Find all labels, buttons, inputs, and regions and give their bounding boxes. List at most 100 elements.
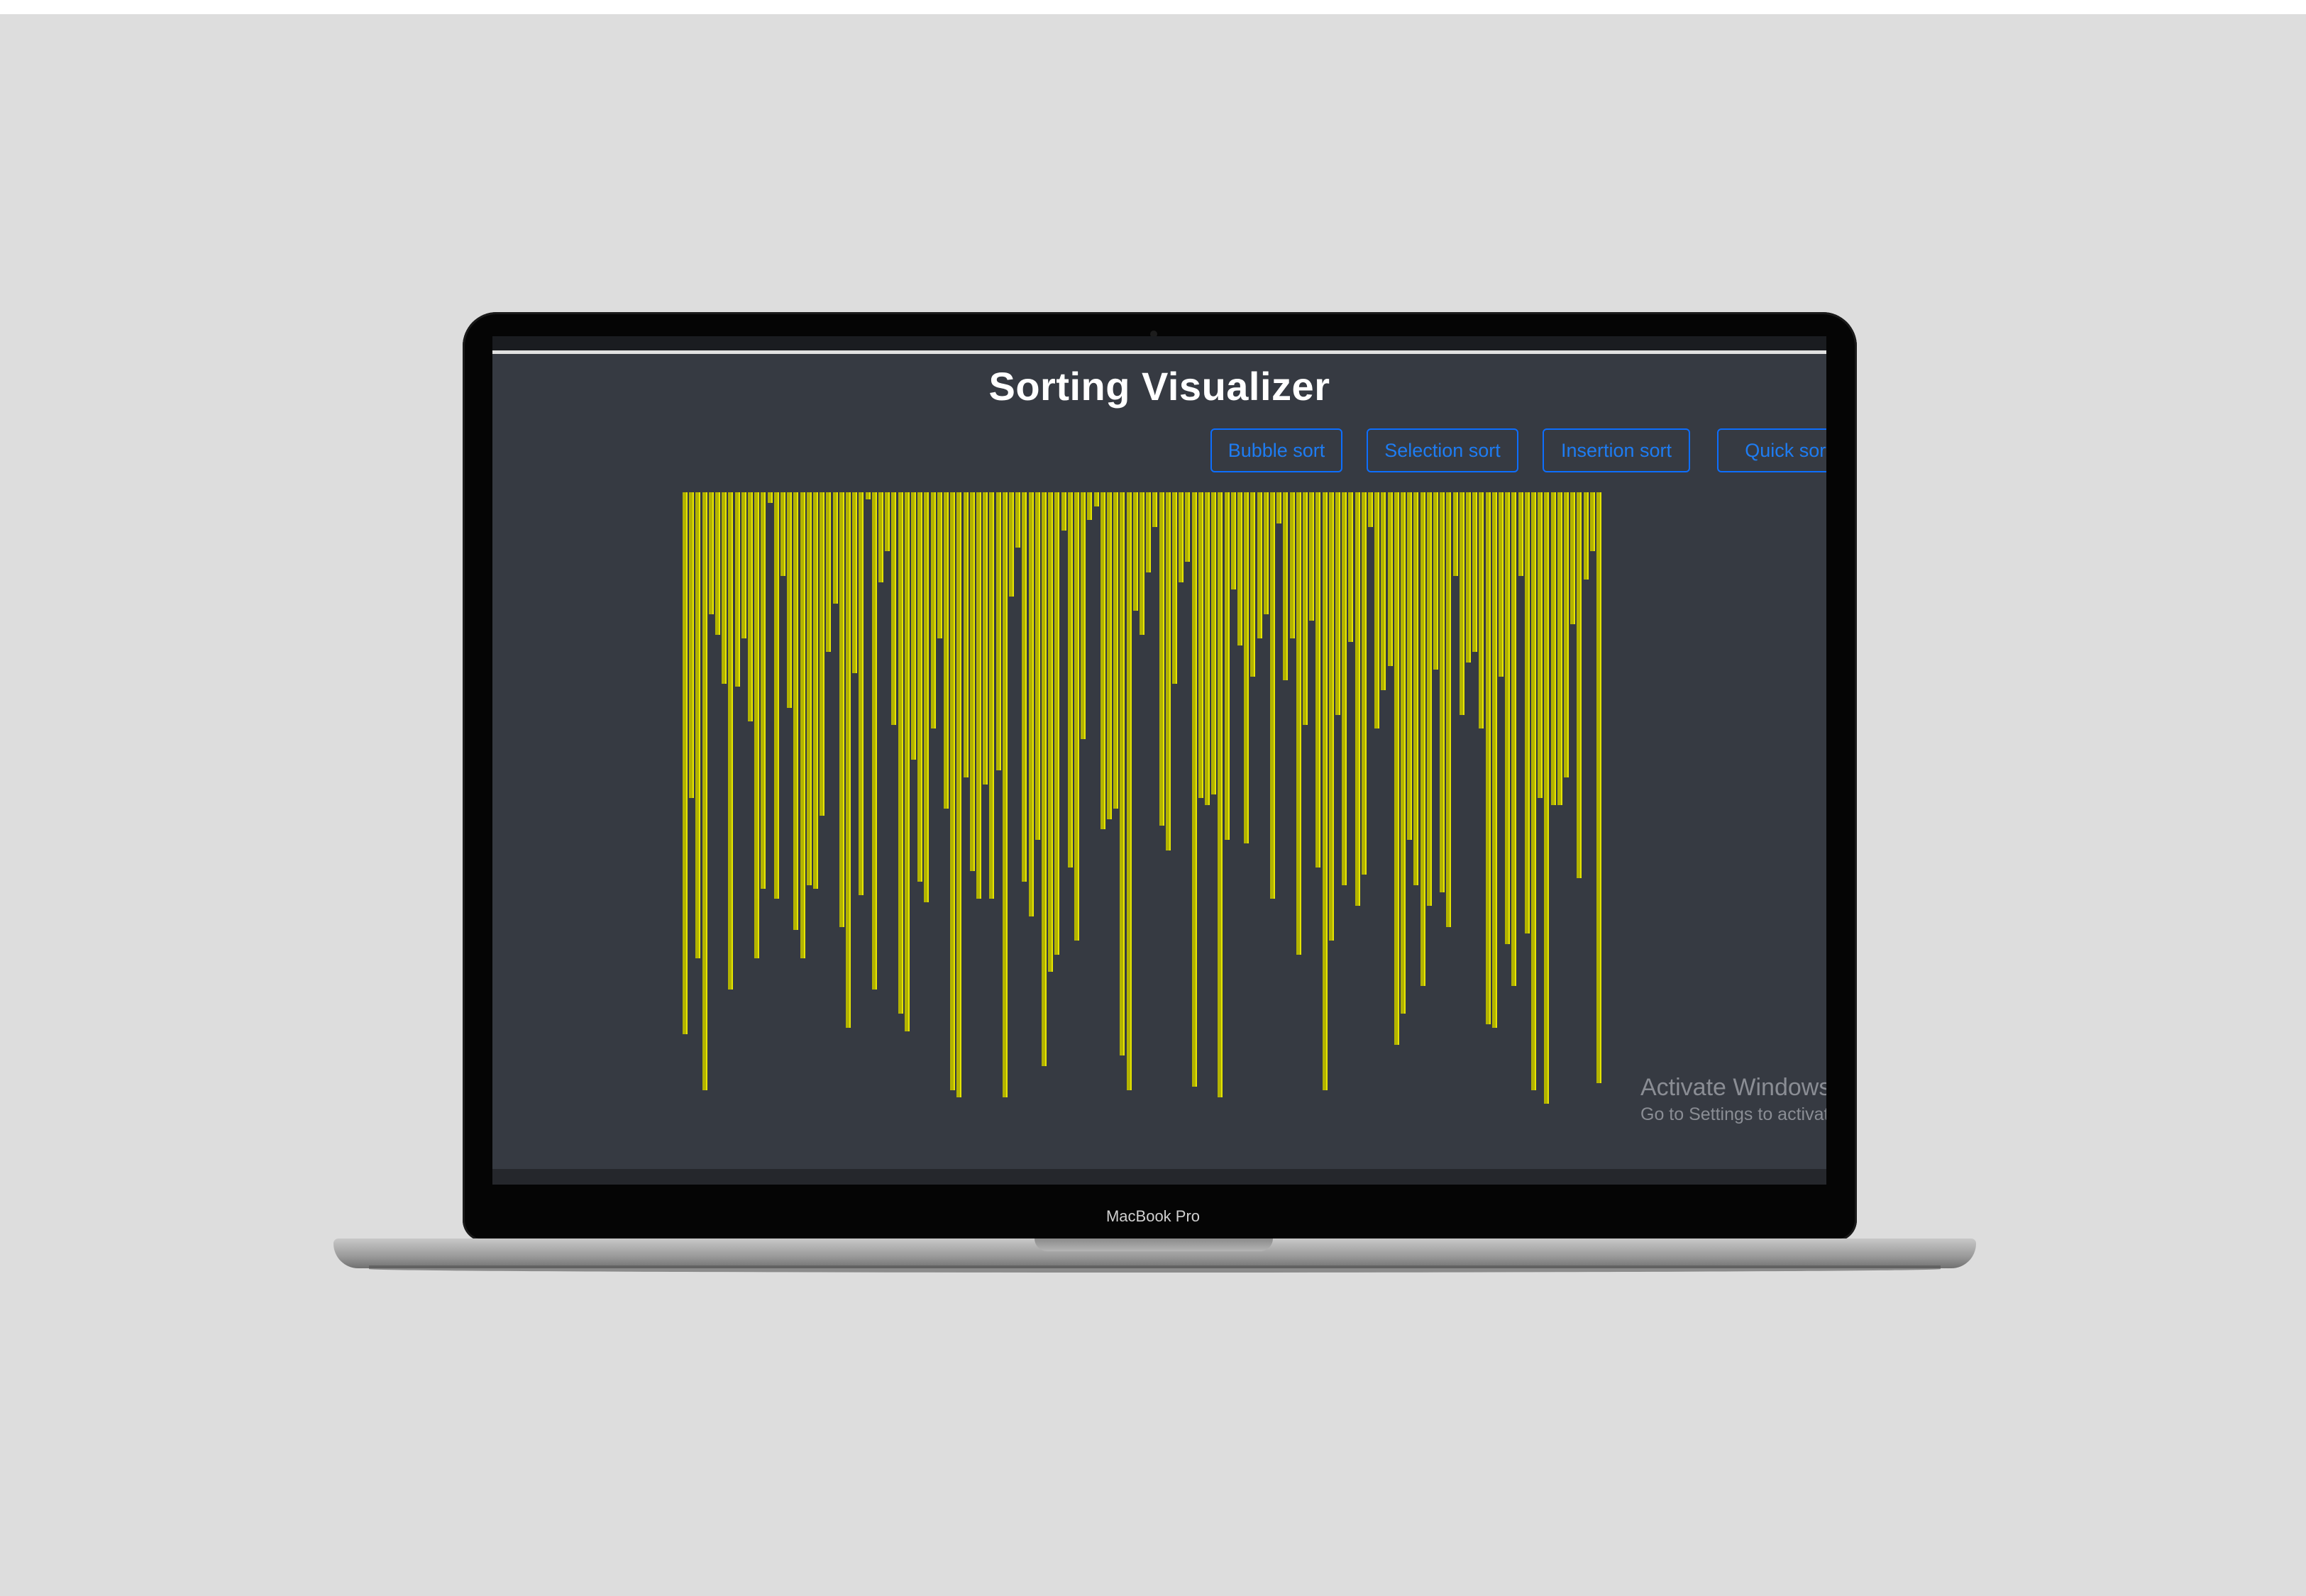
array-bar — [878, 492, 883, 582]
array-bar — [911, 492, 916, 760]
array-bar — [748, 492, 753, 721]
array-bar — [1263, 492, 1269, 614]
array-bar — [1309, 492, 1315, 621]
array-bar — [1589, 492, 1595, 551]
array-bar — [1257, 492, 1262, 638]
array-bar — [871, 492, 877, 990]
array-bar — [1524, 492, 1530, 933]
array-bar — [1113, 492, 1119, 809]
array-bar — [1538, 492, 1543, 798]
watermark-subtitle: Go to Settings to activate Windows. — [1640, 1104, 1826, 1124]
array-bar — [1485, 492, 1491, 1024]
array-bar — [976, 492, 981, 899]
array-bar — [924, 492, 929, 902]
array-bar — [1009, 492, 1014, 597]
array-bar — [754, 492, 760, 958]
array-bar — [1596, 492, 1601, 1083]
array-bar — [1081, 492, 1086, 739]
array-bar — [1499, 492, 1504, 677]
array-bar — [937, 492, 942, 638]
array-bar — [1322, 492, 1328, 1090]
array-bar — [800, 492, 805, 958]
array-bar — [1440, 492, 1445, 892]
array-bar — [826, 492, 832, 652]
array-bar — [989, 492, 995, 899]
array-bar — [969, 492, 975, 871]
array-bar — [761, 492, 766, 889]
array-bar — [767, 492, 773, 503]
array-bar — [1564, 492, 1569, 777]
array-bar — [846, 492, 851, 1028]
array-bar — [1165, 492, 1171, 850]
array-bar — [813, 492, 818, 889]
array-bar — [1452, 492, 1458, 576]
array-bar — [1342, 492, 1347, 885]
array-bar — [1394, 492, 1399, 1045]
array-bar — [1042, 492, 1047, 1066]
array-bar — [1074, 492, 1079, 941]
array-bar — [1466, 492, 1471, 663]
array-bar — [1505, 492, 1511, 944]
array-bar — [1211, 492, 1217, 794]
array-bar — [728, 492, 734, 990]
array-bar — [1002, 492, 1008, 1097]
array-bar — [722, 492, 727, 684]
array-bar — [793, 492, 799, 930]
array-bar — [1100, 492, 1105, 829]
array-bar — [1035, 492, 1040, 840]
array-bar — [1381, 492, 1386, 690]
array-bar — [930, 492, 936, 728]
array-bar — [1061, 492, 1066, 531]
activate-windows-watermark: Activate Windows Go to Settings to activ… — [1640, 1074, 1826, 1125]
array-bar — [1303, 492, 1308, 725]
array-bar — [956, 492, 962, 1097]
array-bar — [1276, 492, 1282, 523]
array-bar — [1420, 492, 1425, 986]
array-bar — [1518, 492, 1523, 576]
array-bar — [1289, 492, 1295, 638]
array-bar — [1355, 492, 1360, 906]
array-bar — [1413, 492, 1419, 885]
array-bar — [1218, 492, 1223, 1097]
array-bar — [689, 492, 695, 798]
array-bar — [1237, 492, 1242, 645]
array-bar — [1146, 492, 1152, 572]
array-bar — [1348, 492, 1354, 642]
array-bar — [1550, 492, 1556, 805]
array-bar — [1433, 492, 1438, 670]
array-bar — [1296, 492, 1301, 955]
array-bar — [1048, 492, 1054, 972]
laptop-notch — [1035, 1238, 1273, 1251]
array-bar — [983, 492, 988, 785]
array-bar — [1557, 492, 1562, 805]
screen-bottom-strip — [492, 1169, 1826, 1185]
array-bar — [852, 492, 858, 673]
array-bar — [891, 492, 897, 725]
array-bar — [1230, 492, 1236, 589]
watermark-title: Activate Windows — [1640, 1074, 1826, 1101]
array-bar — [1361, 492, 1367, 875]
device-label: MacBook Pro — [1105, 1207, 1201, 1225]
array-bar — [832, 492, 838, 604]
array-bar — [1270, 492, 1275, 899]
array-bar — [1028, 492, 1034, 916]
array-bar — [1250, 492, 1256, 677]
array-bar — [1577, 492, 1582, 878]
array-bar — [904, 492, 910, 1031]
array-bar — [1283, 492, 1289, 680]
array-bar — [1132, 492, 1138, 611]
array-bar — [787, 492, 793, 708]
array-bar — [1087, 492, 1093, 520]
array-bar — [839, 492, 844, 927]
array-bars-container — [492, 336, 1826, 1185]
array-bar — [859, 492, 864, 895]
array-bar — [1185, 492, 1191, 562]
array-bar — [1120, 492, 1125, 1055]
array-bar — [708, 492, 714, 614]
laptop-shadow — [369, 1265, 1941, 1273]
array-bar — [1198, 492, 1203, 798]
array-bar — [1479, 492, 1484, 728]
array-bar — [885, 492, 890, 551]
array-bar — [683, 492, 688, 1034]
array-bar — [1401, 492, 1406, 1014]
